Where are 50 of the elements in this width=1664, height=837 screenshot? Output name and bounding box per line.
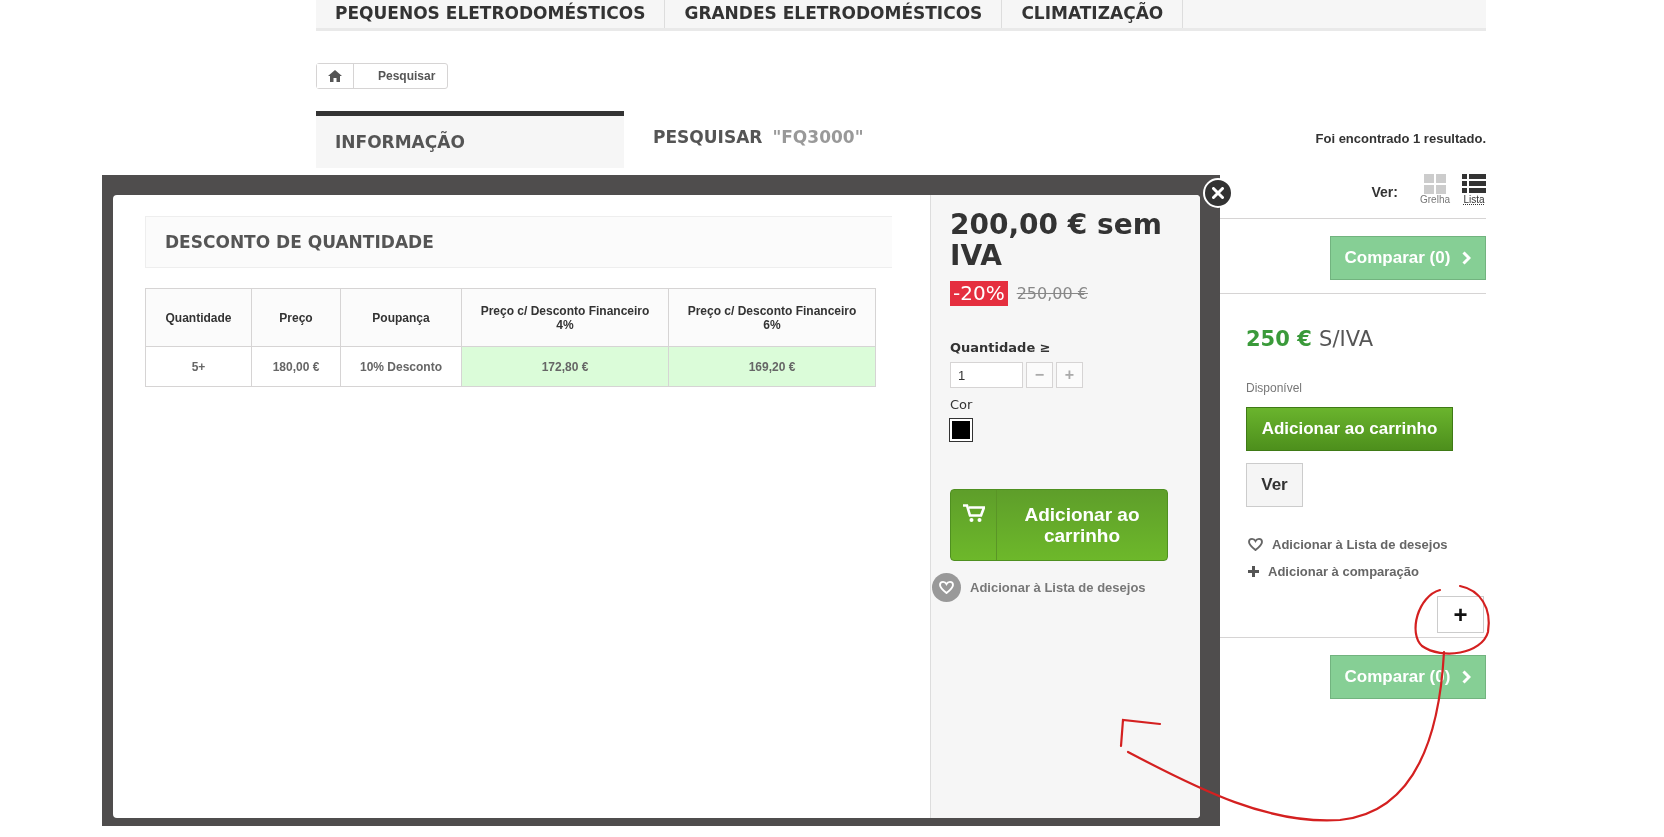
section-heading: DESCONTO DE QUANTIDADE: [145, 216, 892, 268]
chevron-icon: [1462, 670, 1472, 684]
home-link[interactable]: [317, 64, 354, 88]
nav-tab[interactable]: GRANDES ELETRODOMÉSTICOS: [665, 0, 1003, 28]
home-icon: [327, 69, 343, 83]
product-price: 250 € S/IVA: [1246, 327, 1375, 351]
sidebar-heading: INFORMAÇÃO: [316, 111, 624, 168]
column-header: Quantidade: [145, 288, 252, 347]
plus-icon: [1248, 566, 1259, 577]
quantity-field[interactable]: 1: [950, 362, 1023, 388]
wishlist-link[interactable]: Adicionar à Lista de desejos: [1248, 537, 1486, 552]
view-label: Ver:: [1371, 184, 1398, 200]
cart-icon: [962, 504, 985, 523]
search-query: "FQ3000": [772, 127, 864, 147]
view-toggle[interactable]: Lista: [1462, 174, 1486, 205]
list-icon: [1462, 174, 1486, 194]
wishlist-link[interactable]: Adicionar à Lista de desejos: [932, 573, 1182, 602]
quantity-label: Quantidade ≥: [950, 340, 1052, 355]
breadcrumb-item: Pesquisar: [377, 69, 437, 83]
add-to-cart-button[interactable]: Adicionar ao carrinho: [1246, 407, 1453, 451]
column-header: Preço: [251, 288, 341, 347]
column-header: Preço c/ Desconto Financeiro 6%: [668, 288, 876, 347]
old-price: 250,00 €: [1016, 284, 1088, 303]
table-cell: 10% Desconto: [340, 346, 462, 387]
discount-badge: -20%: [950, 281, 1008, 306]
nav-tab[interactable]: CLIMATIZAÇÃO: [1002, 0, 1184, 28]
table-cell: 180,00 €: [251, 346, 341, 387]
close-button[interactable]: [1203, 178, 1233, 208]
nav-tab[interactable]: PEQUENOS ELETRODOMÉSTICOS: [316, 0, 666, 28]
heart-icon: [939, 581, 954, 594]
table-cell: 169,20 €: [668, 346, 876, 387]
search-heading: PESQUISAR: [653, 127, 763, 147]
heart-icon: [1248, 538, 1263, 551]
add-to-cart-button[interactable]: Adicionar ao carrinho: [950, 489, 1168, 561]
grid-icon: [1424, 174, 1446, 194]
close-icon: [1212, 187, 1224, 199]
result-count: Foi encontrado 1 resultado.: [1315, 131, 1486, 146]
availability-label: Disponível: [1246, 381, 1304, 395]
column-header: Poupança: [340, 288, 462, 347]
view-toggle[interactable]: Grelha: [1420, 174, 1450, 205]
table-cell: 172,80 €: [461, 346, 669, 387]
quick-view-button[interactable]: +: [1437, 596, 1484, 633]
color-label: Cor: [950, 397, 974, 412]
table-cell: 5+: [145, 346, 252, 387]
column-header: Preço c/ Desconto Financeiro 4%: [461, 288, 669, 347]
compare-link[interactable]: Adicionar à comparação: [1248, 564, 1486, 579]
view-button[interactable]: Ver: [1246, 463, 1303, 507]
chevron-icon: [1462, 251, 1472, 265]
color-swatch[interactable]: [950, 419, 972, 441]
modal-price: 200,00 € sem IVA: [950, 209, 1163, 271]
